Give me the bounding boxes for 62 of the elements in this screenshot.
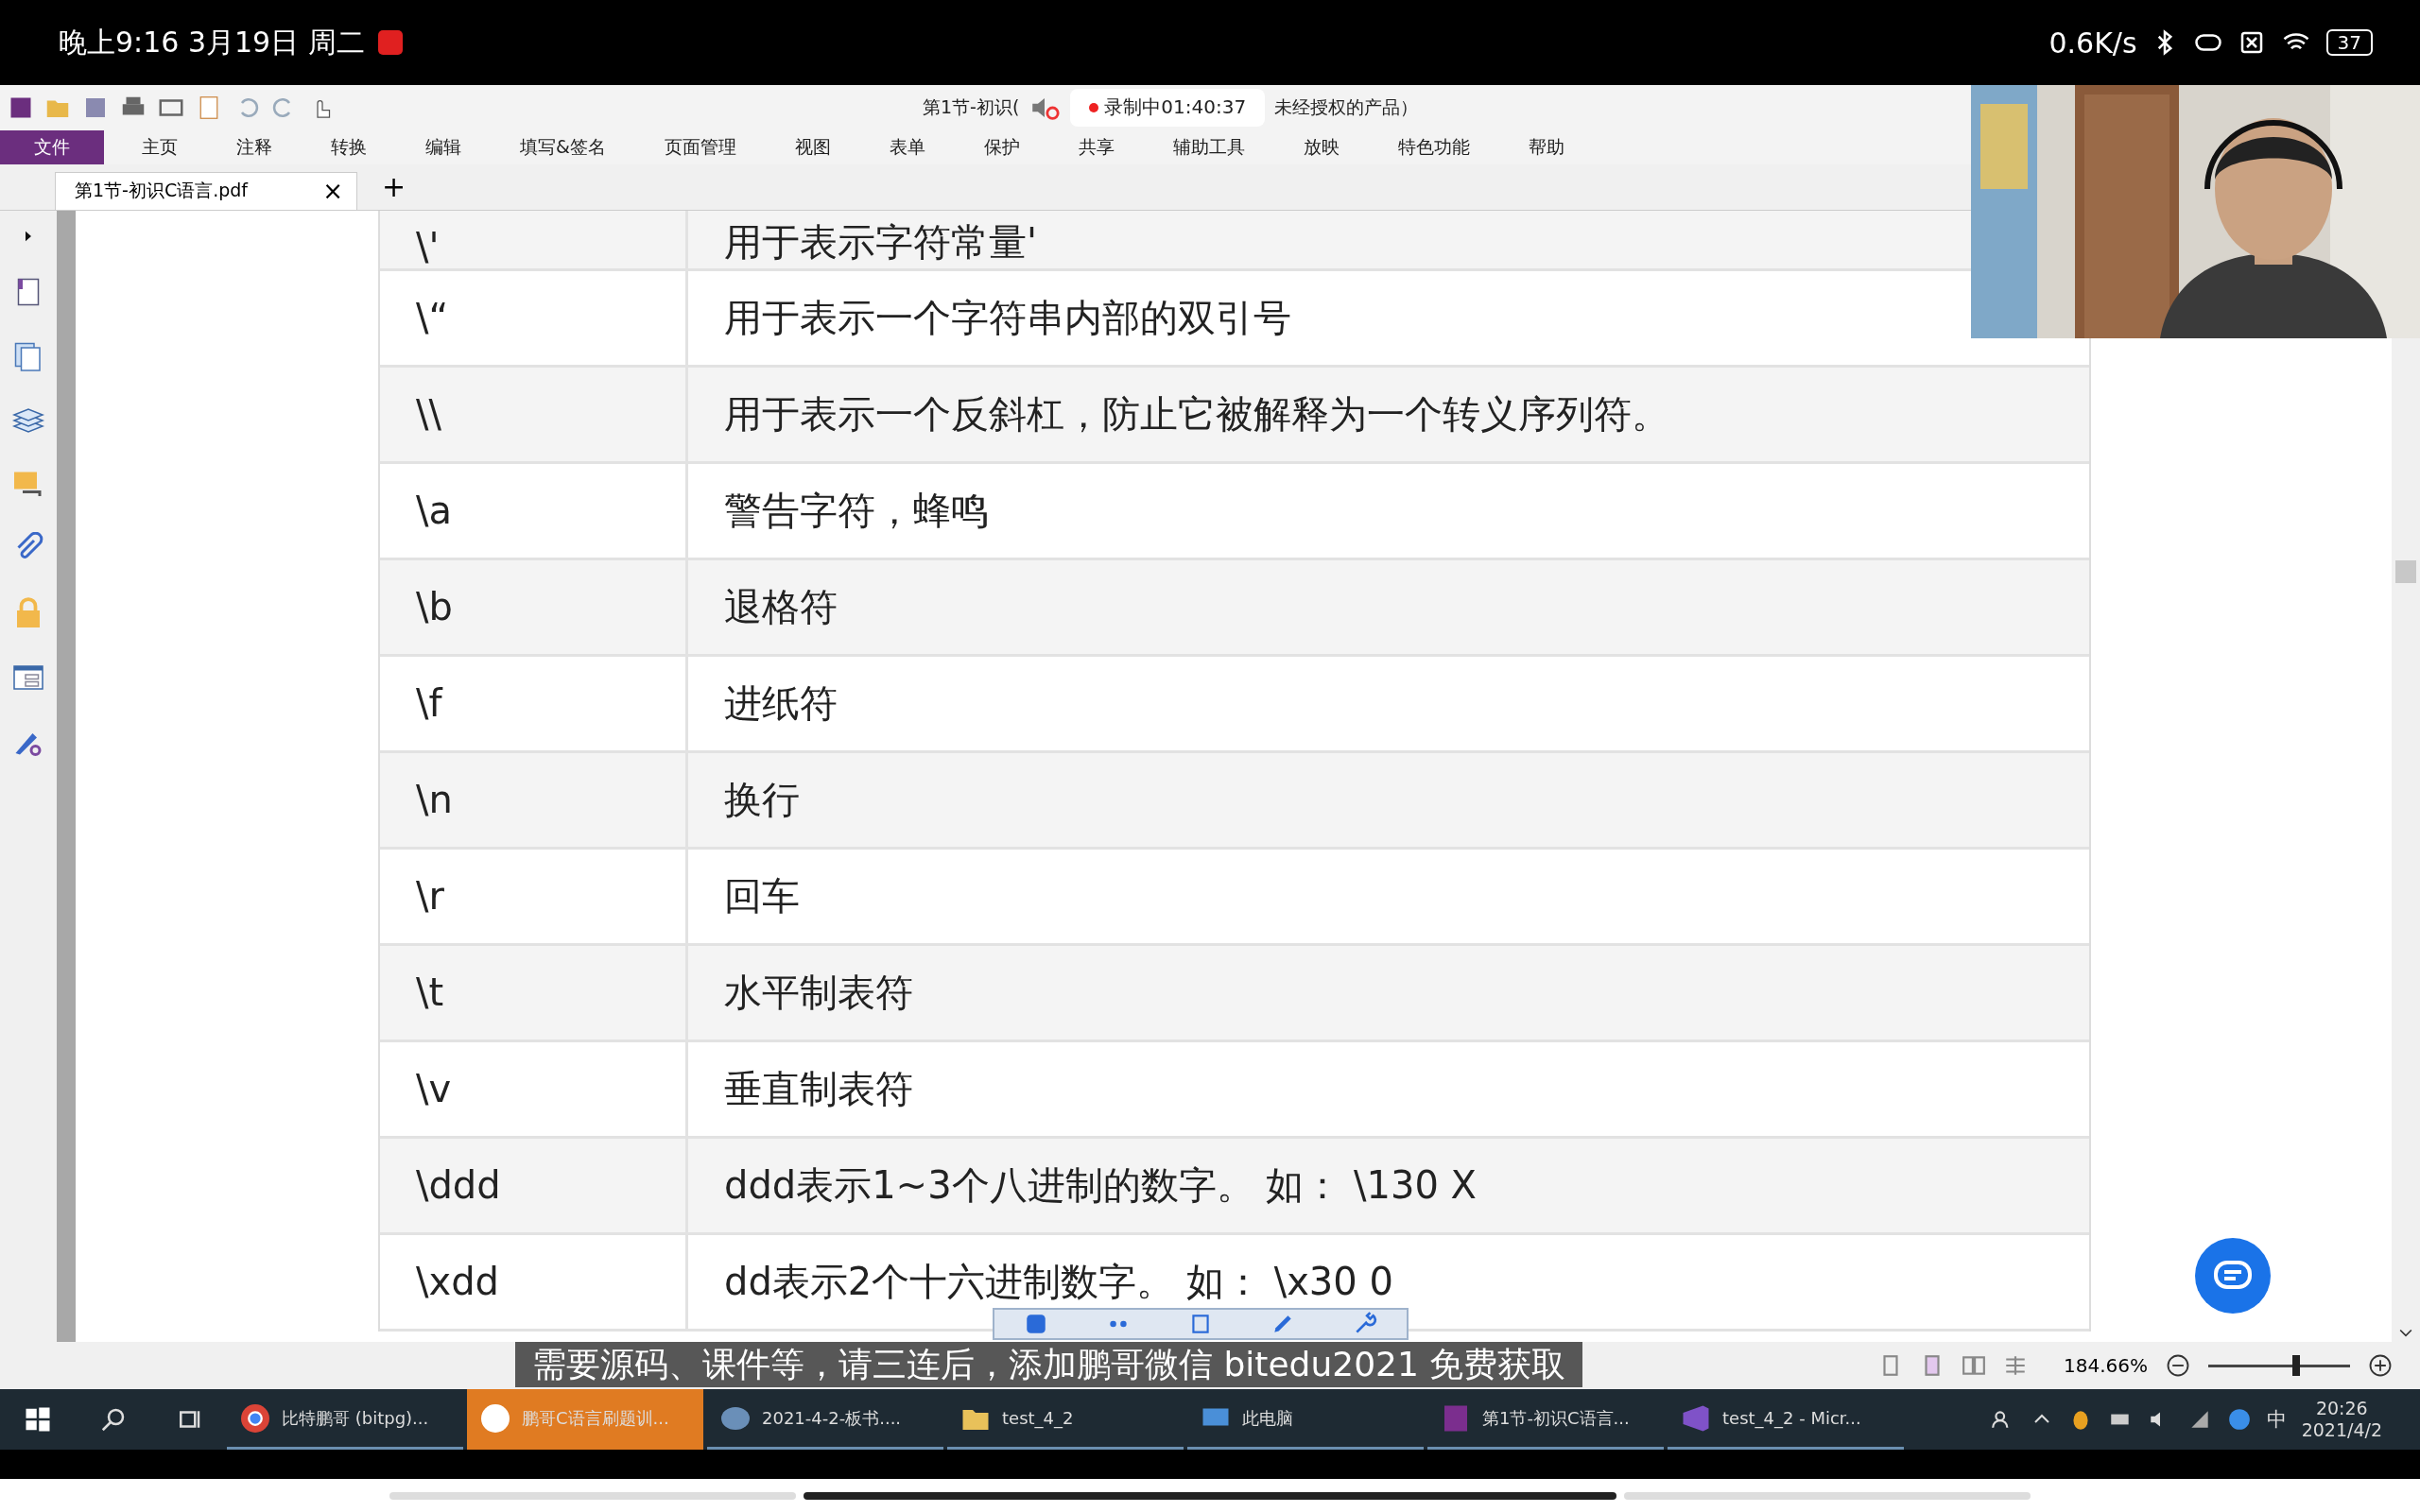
table-cell: 用于表示字符常量' — [724, 219, 1037, 264]
document-tab[interactable]: 第1节-初识C语言.pdf × — [55, 171, 357, 210]
battery-level: 37 — [2325, 29, 2373, 56]
menu-tab[interactable]: 共享 — [1057, 129, 1135, 164]
window-title-suffix: 未经授权的产品） — [1274, 95, 1419, 119]
scroll-thumb[interactable] — [2395, 559, 2416, 583]
table-cell: 退格符 — [724, 584, 838, 628]
table-cell: \ddd — [416, 1163, 501, 1208]
windows-start-icon[interactable] — [24, 1405, 52, 1434]
table-cell: 警告字符，蜂鸣 — [724, 488, 989, 532]
menu-tab[interactable]: 特色功能 — [1376, 129, 1491, 164]
zoom-level: 184.66% — [2064, 1354, 2148, 1378]
table-cell: \v — [416, 1067, 452, 1111]
table-cell: 垂直制表符 — [724, 1066, 913, 1110]
zoom-slider-thumb[interactable] — [2292, 1355, 2300, 1377]
menu-tab[interactable]: 视图 — [773, 129, 852, 164]
window-title: 第1节-初识( — [923, 95, 1020, 119]
menu-tab[interactable]: 注释 — [216, 129, 293, 164]
table-cell: 用于表示一个反斜杠，防止它被解释为一个转义序列符。 — [724, 391, 1669, 436]
table-cell: \\ — [416, 392, 441, 437]
menu-tab[interactable]: 页面管理 — [643, 129, 757, 164]
menu-tab[interactable]: 帮助 — [1507, 129, 1585, 164]
table-cell: \a — [416, 489, 452, 533]
table-cell: 回车 — [724, 873, 800, 918]
record-dot-icon — [1089, 103, 1099, 112]
table-cell: \b — [416, 585, 453, 629]
ime-indicator[interactable]: 中 — [2266, 1406, 2287, 1433]
table-cell: dd表示2个十六进制数字。 如： \x30 0 — [724, 1259, 1393, 1303]
menu-tab[interactable]: 放映 — [1282, 129, 1360, 164]
taskbar-app[interactable]: test_4_2 - Micr... — [1668, 1389, 1904, 1450]
table-cell: \n — [416, 778, 453, 822]
table-cell: 换行 — [724, 777, 800, 821]
status-time: 晚上9:16 3月19日 周二 — [59, 24, 365, 60]
table-cell: \' — [416, 224, 440, 268]
close-tab-button[interactable]: × — [322, 177, 343, 206]
menu-tab[interactable]: 表单 — [868, 129, 946, 164]
chat-button[interactable] — [2195, 1238, 2271, 1314]
menu-tab[interactable]: 主页 — [121, 129, 199, 164]
recording-time: 录制中01:40:37 — [1104, 94, 1247, 121]
table-cell: \r — [416, 874, 444, 919]
taskbar-app[interactable]: 比特鹏哥 (bitpg)... — [227, 1389, 463, 1450]
table-cell: \xdd — [416, 1260, 499, 1304]
network-speed: 0.6K/s — [2048, 26, 2137, 60]
table-cell: \“ — [416, 296, 449, 340]
video-subtitle: 需要源码、课件等，请三连后，添加鹏哥微信 bitedu2021 免费获取 — [515, 1342, 1583, 1387]
menu-tab[interactable]: 辅助工具 — [1151, 129, 1266, 164]
tab-title: 第1节-初识C语言.pdf — [75, 179, 249, 203]
table-cell: \f — [416, 681, 442, 726]
menu-tab[interactable]: 填写&签名 — [499, 129, 627, 164]
menu-tab[interactable]: 保护 — [962, 129, 1041, 164]
table-cell: 进纸符 — [724, 680, 838, 725]
menu-tab[interactable]: 文件 — [0, 129, 104, 164]
menu-tab[interactable]: 转换 — [310, 129, 388, 164]
table-cell: \t — [416, 971, 444, 1015]
app-notification-icon — [377, 30, 403, 55]
table-cell: 用于表示一个字符串内部的双引号 — [724, 295, 1291, 339]
menu-tab[interactable]: 编辑 — [405, 129, 482, 164]
table-cell: ddd表示1~3个八进制的数字。 如： \130 X — [724, 1162, 1477, 1207]
clock-date: 2021/4/2 — [2301, 1419, 2382, 1441]
table-cell: 水平制表符 — [724, 970, 913, 1014]
new-tab-button[interactable]: + — [382, 170, 406, 204]
clock-time: 20:26 — [2315, 1398, 2368, 1419]
